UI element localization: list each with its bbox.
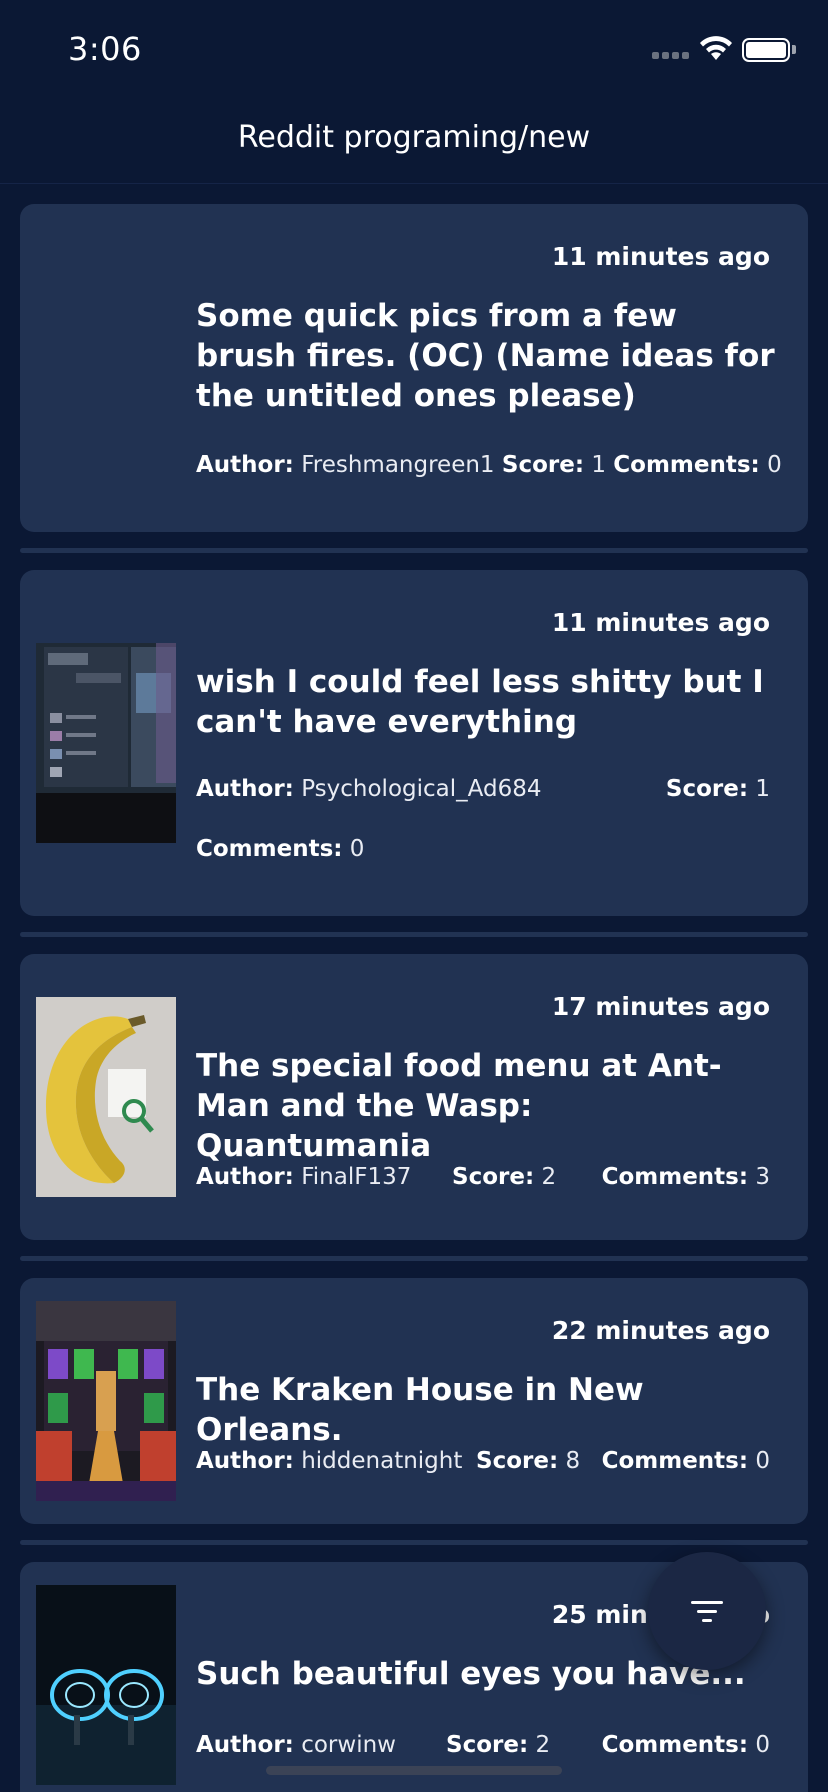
comments-label: Comments: — [601, 1448, 749, 1474]
post-author-row: Author: hiddenatnight — [196, 1448, 462, 1474]
post-title[interactable]: wish I could feel less shitty but I can'… — [196, 662, 776, 742]
post-title[interactable]: Some quick pics from a few brush fires. … — [196, 296, 776, 416]
post-time-ago: 22 minutes ago — [551, 1316, 770, 1345]
comments-label: Comments: — [196, 836, 343, 862]
post-feed[interactable]: 11 minutes ago Some quick pics from a fe… — [0, 184, 828, 1792]
card-divider — [20, 932, 808, 937]
post-thumbnail[interactable] — [36, 1301, 176, 1501]
post-score: 2 — [535, 1732, 551, 1758]
author-label: Author: — [196, 1448, 294, 1474]
post-comments: 0 — [767, 452, 782, 478]
post-thumbnail[interactable] — [36, 997, 176, 1197]
post-thumbnail[interactable] — [36, 643, 176, 843]
author-label: Author: — [196, 452, 294, 478]
author-label: Author: — [196, 1164, 294, 1190]
app-screen: 3:06 Reddit programing/new 11 minutes ag… — [0, 0, 828, 1792]
author-label: Author: — [196, 776, 294, 802]
card-divider — [20, 1540, 808, 1545]
post-score: 2 — [541, 1164, 557, 1190]
post-title[interactable]: The Kraken House in New Orleans. — [196, 1370, 776, 1450]
post-author-row: Author: corwinw — [196, 1732, 396, 1758]
post-comments: 0 — [755, 1732, 770, 1758]
score-label: Score: — [476, 1448, 559, 1474]
status-bar: 3:06 — [0, 0, 828, 100]
post-thumbnail[interactable] — [36, 1585, 176, 1785]
card-divider — [20, 1256, 808, 1261]
cellular-signal-icon — [652, 52, 689, 59]
post-time-ago: 11 minutes ago — [551, 242, 770, 271]
post-score: 1 — [755, 776, 770, 802]
post-score: 1 — [591, 452, 606, 478]
filter-icon — [691, 1601, 723, 1622]
post-author[interactable]: FinalF137 — [301, 1164, 411, 1190]
filter-button[interactable] — [648, 1552, 766, 1670]
wifi-icon — [700, 36, 732, 60]
comments-label: Comments: — [613, 452, 760, 478]
post-author[interactable]: Psychological_Ad684 — [301, 776, 541, 802]
post-comments-row: Comments: 3 — [602, 1164, 770, 1190]
score-label: Score: — [446, 1732, 529, 1758]
post-meta: Author: Freshmangreen1 Score: 1 Comments… — [196, 452, 782, 478]
comments-label: Comments: — [601, 1164, 749, 1190]
post-comments: 0 — [755, 1448, 770, 1474]
post-author[interactable]: Freshmangreen1 — [301, 452, 494, 478]
battery-cap — [792, 45, 796, 54]
home-indicator[interactable] — [266, 1766, 562, 1775]
post-score-row: Score: 1 — [666, 776, 770, 802]
post-title[interactable]: The special food menu at Ant-Man and the… — [196, 1046, 776, 1166]
post-card[interactable]: 17 minutes ago The special food menu at … — [20, 954, 808, 1240]
post-comments: 0 — [349, 836, 365, 862]
post-card[interactable]: 22 minutes ago The Kraken House in New O… — [20, 1278, 808, 1524]
post-score-row: Score: 2 — [446, 1732, 550, 1758]
comments-label: Comments: — [601, 1732, 749, 1758]
battery-icon — [742, 38, 790, 62]
status-time: 3:06 — [68, 30, 142, 68]
post-comments-row: Comments: 0 — [602, 1732, 770, 1758]
score-label: Score: — [452, 1164, 535, 1190]
post-author[interactable]: hiddenatnight — [301, 1448, 462, 1474]
post-author[interactable]: corwinw — [301, 1732, 396, 1758]
post-time-ago: 11 minutes ago — [551, 608, 770, 637]
card-divider — [20, 548, 808, 553]
post-author-row: Author: FinalF137 — [196, 1164, 411, 1190]
score-label: Score: — [665, 776, 749, 802]
post-comments-row: Comments: 0 — [602, 1448, 770, 1474]
post-time-ago: 17 minutes ago — [551, 992, 770, 1021]
post-author-row: Author: Psychological_Ad684 — [196, 776, 541, 802]
page-title: Reddit programing/new — [237, 120, 591, 155]
post-score: 8 — [565, 1448, 581, 1474]
post-card[interactable]: 11 minutes ago wish I could feel less sh… — [20, 570, 808, 916]
post-comments: 3 — [755, 1164, 770, 1190]
post-card[interactable]: 11 minutes ago Some quick pics from a fe… — [20, 204, 808, 532]
post-score-row: Score: 8 — [476, 1448, 580, 1474]
post-comments-row: Comments: 0 — [196, 836, 364, 862]
score-label: Score: — [501, 452, 585, 478]
author-label: Author: — [196, 1732, 294, 1758]
navigation-bar: Reddit programing/new — [0, 100, 828, 184]
post-score-row: Score: 2 — [452, 1164, 556, 1190]
